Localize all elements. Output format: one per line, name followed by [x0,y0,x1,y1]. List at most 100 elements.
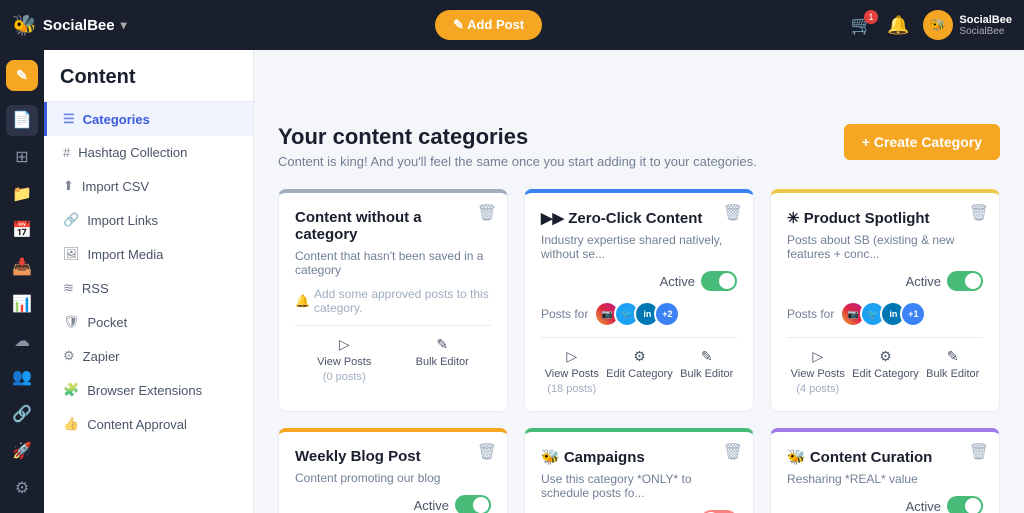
cart-badge: 1 [864,10,878,24]
nav-icon-rocket[interactable]: 🚀 [6,436,38,467]
view-posts-action[interactable]: ▷ View Posts (4 posts) [791,348,845,395]
category-card-product-spotlight: 🗑 ✳ Product Spotlight Posts about SB (ex… [770,189,1000,412]
bulk-editor-action[interactable]: ✎ Bulk Editor [680,348,733,395]
edit-icon: ✎ [436,336,448,353]
nav-icon-cloud[interactable]: ☁ [6,325,38,356]
topbar-right: 🛒 1 🔔 🐝 SocialBee SocialBee [851,10,1012,40]
sidebar-item-pocket[interactable]: 🛡 Pocket [44,305,253,339]
card-title: Content without a category [295,209,491,243]
brand: 🐝 SocialBee ▾ [12,13,127,38]
sidebar-label-media: Import Media [88,247,164,262]
nav-icon-content[interactable]: 📄 [6,105,38,136]
active-row: Active [787,496,983,513]
nav-icon-chart[interactable]: 📊 [6,289,38,320]
sidebar-item-hashtag[interactable]: # Hashtag Collection [44,136,253,169]
bell-small-icon: 🔔 [295,294,310,308]
delete-icon[interactable]: 🗑 [723,442,743,462]
avatar-stack: 📷 🐦 in +2 [594,301,680,327]
toggle-knob [965,498,981,513]
bulk-editor-action[interactable]: ✎ Bulk Editor [416,336,469,383]
sidebar-item-content-approval[interactable]: 👍 Content Approval [44,407,253,441]
avatar-more: +2 [654,301,680,327]
card-title: ▶▶ Zero-Click Content [541,209,737,227]
main-sidebar: Content ☰ Categories # Hashtag Collectio… [44,50,254,513]
sidebar-label-zapier: Zapier [83,349,120,364]
user-avatar: 🐝 [923,10,953,40]
active-toggle[interactable] [947,496,983,513]
sidebar-item-import-csv[interactable]: ⬆ Import CSV [44,169,253,203]
brand-dropdown-icon[interactable]: ▾ [121,18,127,32]
active-row: Active [541,271,737,291]
card-description: Posts about SB (existing & new features … [787,233,983,261]
sidebar-item-import-media[interactable]: 🖼 Import Media [44,237,253,271]
send-icon: ▷ [812,348,823,365]
card-actions: ▷ View Posts (18 posts) ⚙ Edit Category … [541,337,737,395]
sidebar-header: Content [44,50,253,102]
sidebar-label-browser-ext: Browser Extensions [87,383,202,398]
nav-icon-settings[interactable]: ⚙ [6,472,38,503]
nav-icon-users[interactable]: 👥 [6,362,38,393]
card-empty-message: 🔔 Add some approved posts to this catego… [295,287,491,315]
card-title: Weekly Blog Post [295,448,491,465]
user-menu[interactable]: 🐝 SocialBee SocialBee [923,10,1012,40]
sidebar-label-links: Import Links [87,213,158,228]
sidebar-item-rss[interactable]: ≋ RSS [44,271,253,305]
sidebar-item-browser-ext[interactable]: 🧩 Browser Extensions [44,373,253,407]
page-subtitle: Content is king! And you'll feel the sam… [278,154,757,169]
nav-icon-folder[interactable]: 📁 [6,178,38,209]
delete-icon[interactable]: 🗑 [477,203,497,223]
edit-category-action[interactable]: ⚙ Edit Category [606,348,673,395]
bell-icon[interactable]: 🔔 [887,15,909,36]
csv-icon: ⬆ [63,178,74,194]
card-description: Resharing *REAL* value [787,472,983,486]
view-posts-action[interactable]: ▷ View Posts (18 posts) [545,348,599,395]
user-name: SocialBee [959,14,1012,26]
nav-icon-grid[interactable]: ⊞ [6,142,38,173]
active-toggle[interactable] [455,495,491,513]
bulk-editor-action[interactable]: ✎ Bulk Editor [926,348,979,395]
sidebar-label-csv: Import CSV [82,179,149,194]
delete-icon[interactable]: 🗑 [723,203,743,223]
sidebar-item-zapier[interactable]: ⚙ Zapier [44,339,253,373]
active-label: Active [906,274,941,289]
category-card-weekly-blog: 🗑 Weekly Blog Post Content promoting our… [278,428,508,513]
posts-for-label: Posts for [787,307,834,321]
sidebar-label-hashtag: Hashtag Collection [78,145,187,160]
user-subtitle: SocialBee [959,26,1012,37]
active-toggle[interactable] [947,271,983,291]
category-card-no-category: 🗑 Content without a category Content tha… [278,189,508,412]
media-icon: 🖼 [63,246,80,262]
nav-icon-calendar[interactable]: 📅 [6,215,38,246]
card-actions: ▷ View Posts (4 posts) ⚙ Edit Category ✎… [787,337,983,395]
active-label: Active [660,274,695,289]
links-icon: 🔗 [63,212,79,228]
delete-icon[interactable]: 🗑 [969,442,989,462]
add-post-button[interactable]: ✎ Add Post [435,10,542,40]
topbar: 🐝 SocialBee ▾ ✎ Add Post 🛒 1 🔔 🐝 SocialB… [0,0,1024,50]
nav-icon-inbox[interactable]: 📥 [6,252,38,283]
active-toggle[interactable] [701,271,737,291]
page-header: Your content categories Content is king!… [278,124,1000,169]
delete-icon[interactable]: 🗑 [969,203,989,223]
sidebar-label-rss: RSS [82,281,109,296]
categories-icon: ☰ [63,111,75,127]
toggle-knob [719,273,735,289]
gear-icon: ⚙ [633,348,646,365]
create-category-button[interactable]: + Create Category [844,124,1000,160]
view-posts-action[interactable]: ▷ View Posts (0 posts) [317,336,371,383]
sidebar-item-import-links[interactable]: 🔗 Import Links [44,203,253,237]
delete-icon[interactable]: 🗑 [477,442,497,462]
content-approval-icon: 👍 [63,416,79,432]
sidebar-item-categories[interactable]: ☰ Categories [44,102,253,136]
card-description: Industry expertise shared natively, with… [541,233,737,261]
card-title: 🐝 Content Curation [787,448,983,466]
bee-logo-icon: 🐝 [12,13,37,38]
sidebar-label-pocket: Pocket [88,315,128,330]
nav-icon-link[interactable]: 🔗 [6,399,38,430]
avatar-more: +1 [900,301,926,327]
toggle-knob [965,273,981,289]
gear-icon: ⚙ [879,348,892,365]
cart-icon[interactable]: 🛒 1 [851,15,873,36]
sidebar-label-content-approval: Content Approval [87,417,187,432]
edit-category-action[interactable]: ⚙ Edit Category [852,348,919,395]
